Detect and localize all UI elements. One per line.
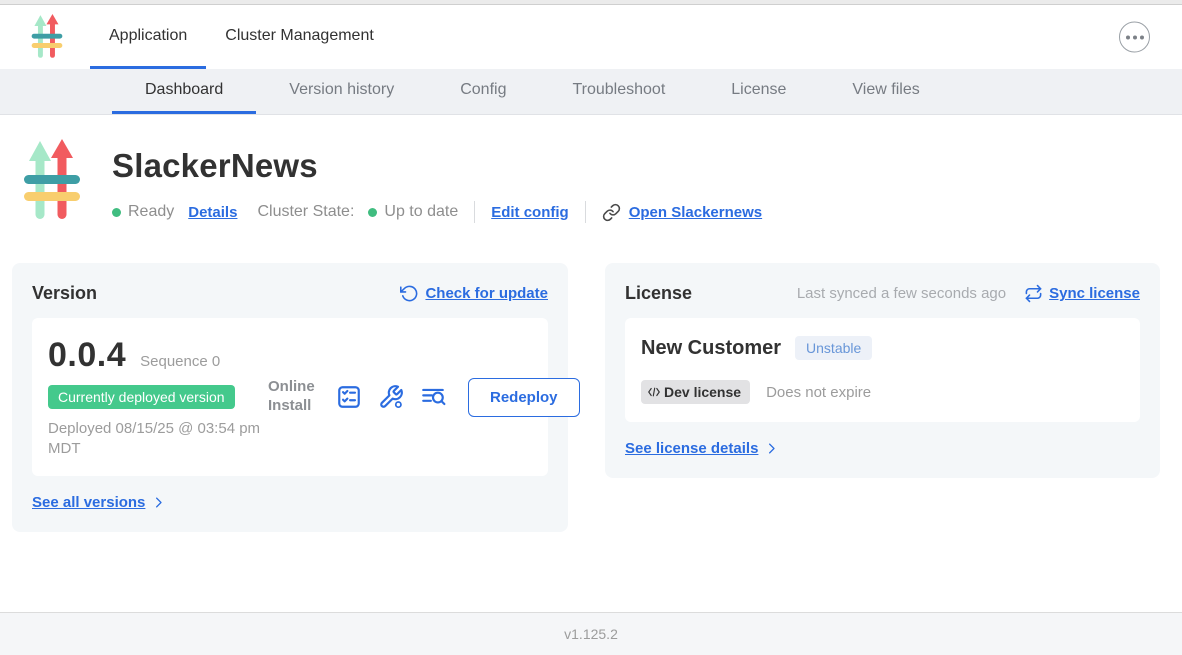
license-card-title: License bbox=[625, 283, 692, 304]
version-card: Version Check for update 0.0.4 Sequence … bbox=[12, 263, 568, 532]
chain-link-icon bbox=[602, 203, 621, 222]
cluster-state-value: Up to date bbox=[384, 203, 458, 221]
status-details-link[interactable]: Details bbox=[188, 204, 237, 221]
app-logo-large-icon bbox=[22, 139, 82, 223]
refresh-icon bbox=[400, 284, 419, 303]
see-all-versions-link[interactable]: See all versions bbox=[32, 494, 166, 511]
chevron-right-icon bbox=[151, 495, 166, 510]
license-card: License Last synced a few seconds ago Sy… bbox=[605, 263, 1160, 478]
app-status-dot bbox=[112, 208, 121, 217]
version-card-title: Version bbox=[32, 283, 97, 304]
code-brackets-icon bbox=[647, 385, 661, 399]
tab-application[interactable]: Application bbox=[90, 5, 206, 69]
install-type-label: Online Install bbox=[268, 378, 320, 416]
app-header: SlackerNews Ready Details Cluster State:… bbox=[0, 115, 1182, 223]
console-version-text: v1.125.2 bbox=[564, 626, 618, 642]
cluster-state-label: Cluster State: bbox=[257, 203, 354, 221]
version-number: 0.0.4 bbox=[48, 336, 126, 375]
subtab-config[interactable]: Config bbox=[427, 69, 539, 114]
divider bbox=[474, 201, 475, 223]
console-footer: v1.125.2 bbox=[0, 612, 1182, 655]
page-title: SlackerNews bbox=[112, 147, 762, 185]
subtab-troubleshoot[interactable]: Troubleshoot bbox=[539, 69, 698, 114]
sequence-label: Sequence 0 bbox=[140, 353, 220, 370]
divider bbox=[585, 201, 586, 223]
deployed-timestamp: Deployed 08/15/25 @ 03:54 pm MDT bbox=[48, 419, 268, 458]
ellipsis-icon bbox=[1126, 35, 1130, 39]
tab-cluster-management[interactable]: Cluster Management bbox=[206, 5, 393, 69]
subtab-view-files[interactable]: View files bbox=[819, 69, 952, 114]
app-logo-icon bbox=[30, 14, 64, 60]
primary-nav-tabs: Application Cluster Management bbox=[90, 5, 393, 69]
config-tools-icon[interactable] bbox=[378, 384, 404, 410]
view-logs-icon[interactable] bbox=[420, 384, 446, 410]
license-detail-panel: New Customer Unstable Dev license Does n… bbox=[625, 318, 1140, 422]
subtab-version-history[interactable]: Version history bbox=[256, 69, 427, 114]
dashboard-main: SlackerNews Ready Details Cluster State:… bbox=[0, 115, 1182, 532]
channel-badge: Unstable bbox=[795, 336, 872, 360]
dashboard-cards: Version Check for update 0.0.4 Sequence … bbox=[12, 263, 1160, 532]
customer-name: New Customer bbox=[641, 337, 781, 360]
deployed-status-badge: Currently deployed version bbox=[48, 385, 235, 409]
cluster-state-dot bbox=[368, 208, 377, 217]
license-expiry-text: Does not expire bbox=[766, 384, 871, 401]
subtab-license[interactable]: License bbox=[698, 69, 819, 114]
check-for-update-link[interactable]: Check for update bbox=[400, 284, 548, 303]
tab-application-label: Application bbox=[109, 27, 187, 45]
tab-cluster-management-label: Cluster Management bbox=[225, 27, 374, 45]
sync-license-link[interactable]: Sync license bbox=[1024, 284, 1140, 303]
app-status-text: Ready bbox=[128, 203, 174, 221]
last-synced-text: Last synced a few seconds ago bbox=[797, 285, 1006, 302]
open-app-link[interactable]: Open Slackernews bbox=[602, 203, 762, 222]
chevron-right-icon bbox=[764, 441, 779, 456]
see-license-details-link[interactable]: See license details bbox=[625, 440, 779, 457]
edit-config-link[interactable]: Edit config bbox=[491, 204, 569, 221]
app-sub-nav: Dashboard Version history Config Trouble… bbox=[0, 69, 1182, 115]
sync-arrows-icon bbox=[1024, 284, 1043, 303]
primary-nav: Application Cluster Management bbox=[0, 5, 1182, 69]
subtab-dashboard[interactable]: Dashboard bbox=[112, 69, 256, 114]
current-version-panel: 0.0.4 Sequence 0 Currently deployed vers… bbox=[32, 318, 548, 476]
redeploy-button[interactable]: Redeploy bbox=[468, 378, 580, 417]
preflight-checks-icon[interactable] bbox=[336, 384, 362, 410]
app-status-row: Ready Details Cluster State: Up to date … bbox=[112, 201, 762, 223]
license-type-badge: Dev license bbox=[641, 380, 750, 404]
overflow-menu-button[interactable] bbox=[1119, 22, 1150, 53]
